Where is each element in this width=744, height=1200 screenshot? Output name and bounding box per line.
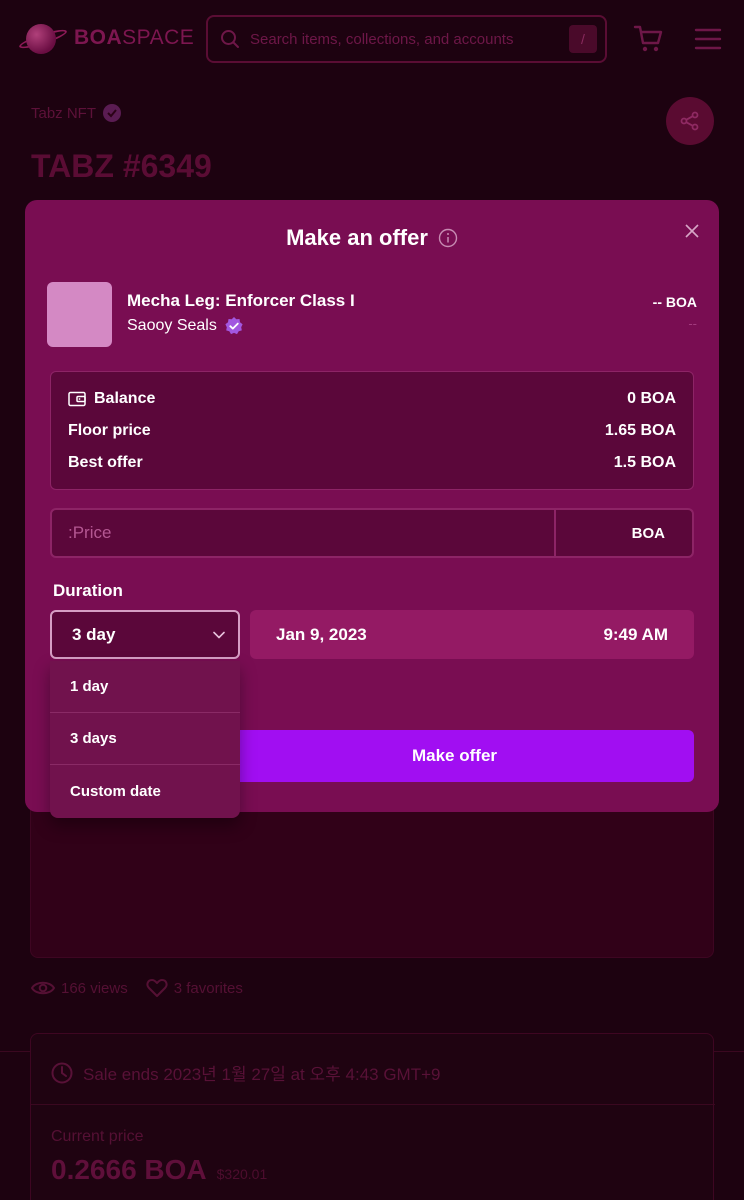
current-price-label: Current price — [51, 1128, 144, 1145]
heart-icon — [146, 979, 168, 997]
product-collection-name: Saooy Seals — [127, 317, 217, 334]
search-shortcut-key: / — [569, 25, 597, 53]
cart-icon[interactable] — [632, 22, 664, 54]
chevron-down-icon — [213, 631, 225, 638]
floor-price-row: Floor price 1.65 BOA — [68, 422, 676, 440]
offer-info-box: Balance 0 BOA Floor price 1.65 BOA Best … — [50, 371, 694, 490]
logo-text: BOASPACE — [74, 26, 195, 49]
offer-product: Mecha Leg: Enforcer Class I Saooy Seals … — [47, 282, 697, 348]
share-icon — [680, 111, 699, 131]
product-price: -- BOA — [652, 294, 697, 310]
info-icon[interactable] — [438, 228, 458, 248]
planet-logo-icon — [17, 20, 69, 56]
floor-price-label: Floor price — [68, 422, 151, 439]
sale-ends-text: Sale ends 2023년 1월 27일 at 오후 4:43 GMT+9 — [83, 1065, 441, 1084]
duration-select[interactable]: 3 day — [50, 610, 240, 659]
search-icon — [221, 30, 239, 48]
floor-price-value: 1.65 BOA — [604, 422, 676, 439]
expiration-date: Jan 9, 2023 — [276, 624, 367, 644]
balance-label: Balance — [94, 390, 156, 407]
views-count: 166 views — [61, 979, 128, 997]
collection-name: Tabz NFT — [31, 104, 97, 122]
price-field: BOA — [50, 508, 694, 558]
duration-dropdown: 1 day 3 days Custom date — [50, 661, 240, 818]
collection-link[interactable]: Tabz NFT — [31, 103, 122, 123]
current-price-usd: $320.01 — [216, 1166, 268, 1182]
item-image — [30, 805, 714, 958]
make-offer-button[interactable]: Make offer — [215, 730, 694, 782]
top-header: BOASPACE / — [0, 0, 744, 78]
clock-icon — [51, 1062, 73, 1083]
hamburger-menu-icon[interactable] — [693, 26, 723, 52]
product-collection: Saooy Seals — [127, 316, 244, 336]
item-stats: 166 views 3 favorites — [31, 978, 243, 998]
current-price: 0.2666 BOA $320.01 — [51, 1154, 267, 1186]
verified-badge-icon — [103, 104, 122, 122]
sale-card: Sale ends 2023년 1월 27일 at 오후 4:43 GMT+9 … — [30, 1033, 715, 1200]
modal-header: Make an offer — [25, 225, 719, 251]
balance-value: 0 BOA — [627, 390, 676, 407]
duration-option-1-day[interactable]: 1 day — [50, 661, 240, 713]
boaspace-logo[interactable]: BOASPACE — [17, 20, 195, 56]
current-price-value: 0.2666 BOA — [51, 1154, 207, 1185]
favorites-count: 3 favorites — [173, 979, 243, 997]
duration-option-custom-date[interactable]: Custom date — [50, 765, 240, 817]
favorites-stat[interactable]: 3 favorites — [146, 978, 243, 998]
best-offer-value: 1.5 BOA — [613, 454, 676, 471]
duration-selected-value: 3 day — [72, 624, 116, 644]
currency-label: BOA — [554, 510, 692, 556]
price-input[interactable] — [52, 510, 554, 556]
duration-label: Duration — [53, 581, 123, 600]
close-icon[interactable] — [682, 221, 702, 241]
sale-divider — [31, 1104, 715, 1105]
product-price-usd: -- — [688, 316, 697, 331]
product-name: Mecha Leg: Enforcer Class I — [127, 291, 355, 310]
share-button[interactable] — [666, 97, 714, 145]
verified-badge-icon — [225, 317, 243, 335]
product-thumbnail — [47, 282, 112, 347]
eye-icon — [31, 981, 55, 995]
duration-option-3-days[interactable]: 3 days — [50, 713, 240, 765]
views-stat: 166 views — [31, 979, 128, 997]
wallet-icon — [68, 391, 86, 407]
modal-title: Make an offer — [286, 225, 428, 250]
item-title: TABZ #6349 — [31, 148, 212, 184]
search-input[interactable] — [250, 30, 569, 48]
search-bar[interactable]: / — [206, 15, 607, 63]
best-offer-row: Best offer 1.5 BOA — [68, 454, 676, 472]
best-offer-label: Best offer — [68, 454, 143, 471]
balance-row: Balance 0 BOA — [68, 390, 676, 408]
sale-ends-row: Sale ends 2023년 1월 27일 at 오후 4:43 GMT+9 — [51, 1060, 440, 1085]
expiration-time: 9:49 AM — [603, 624, 668, 644]
expiration-datetime[interactable]: Jan 9, 2023 9:49 AM — [250, 610, 694, 659]
